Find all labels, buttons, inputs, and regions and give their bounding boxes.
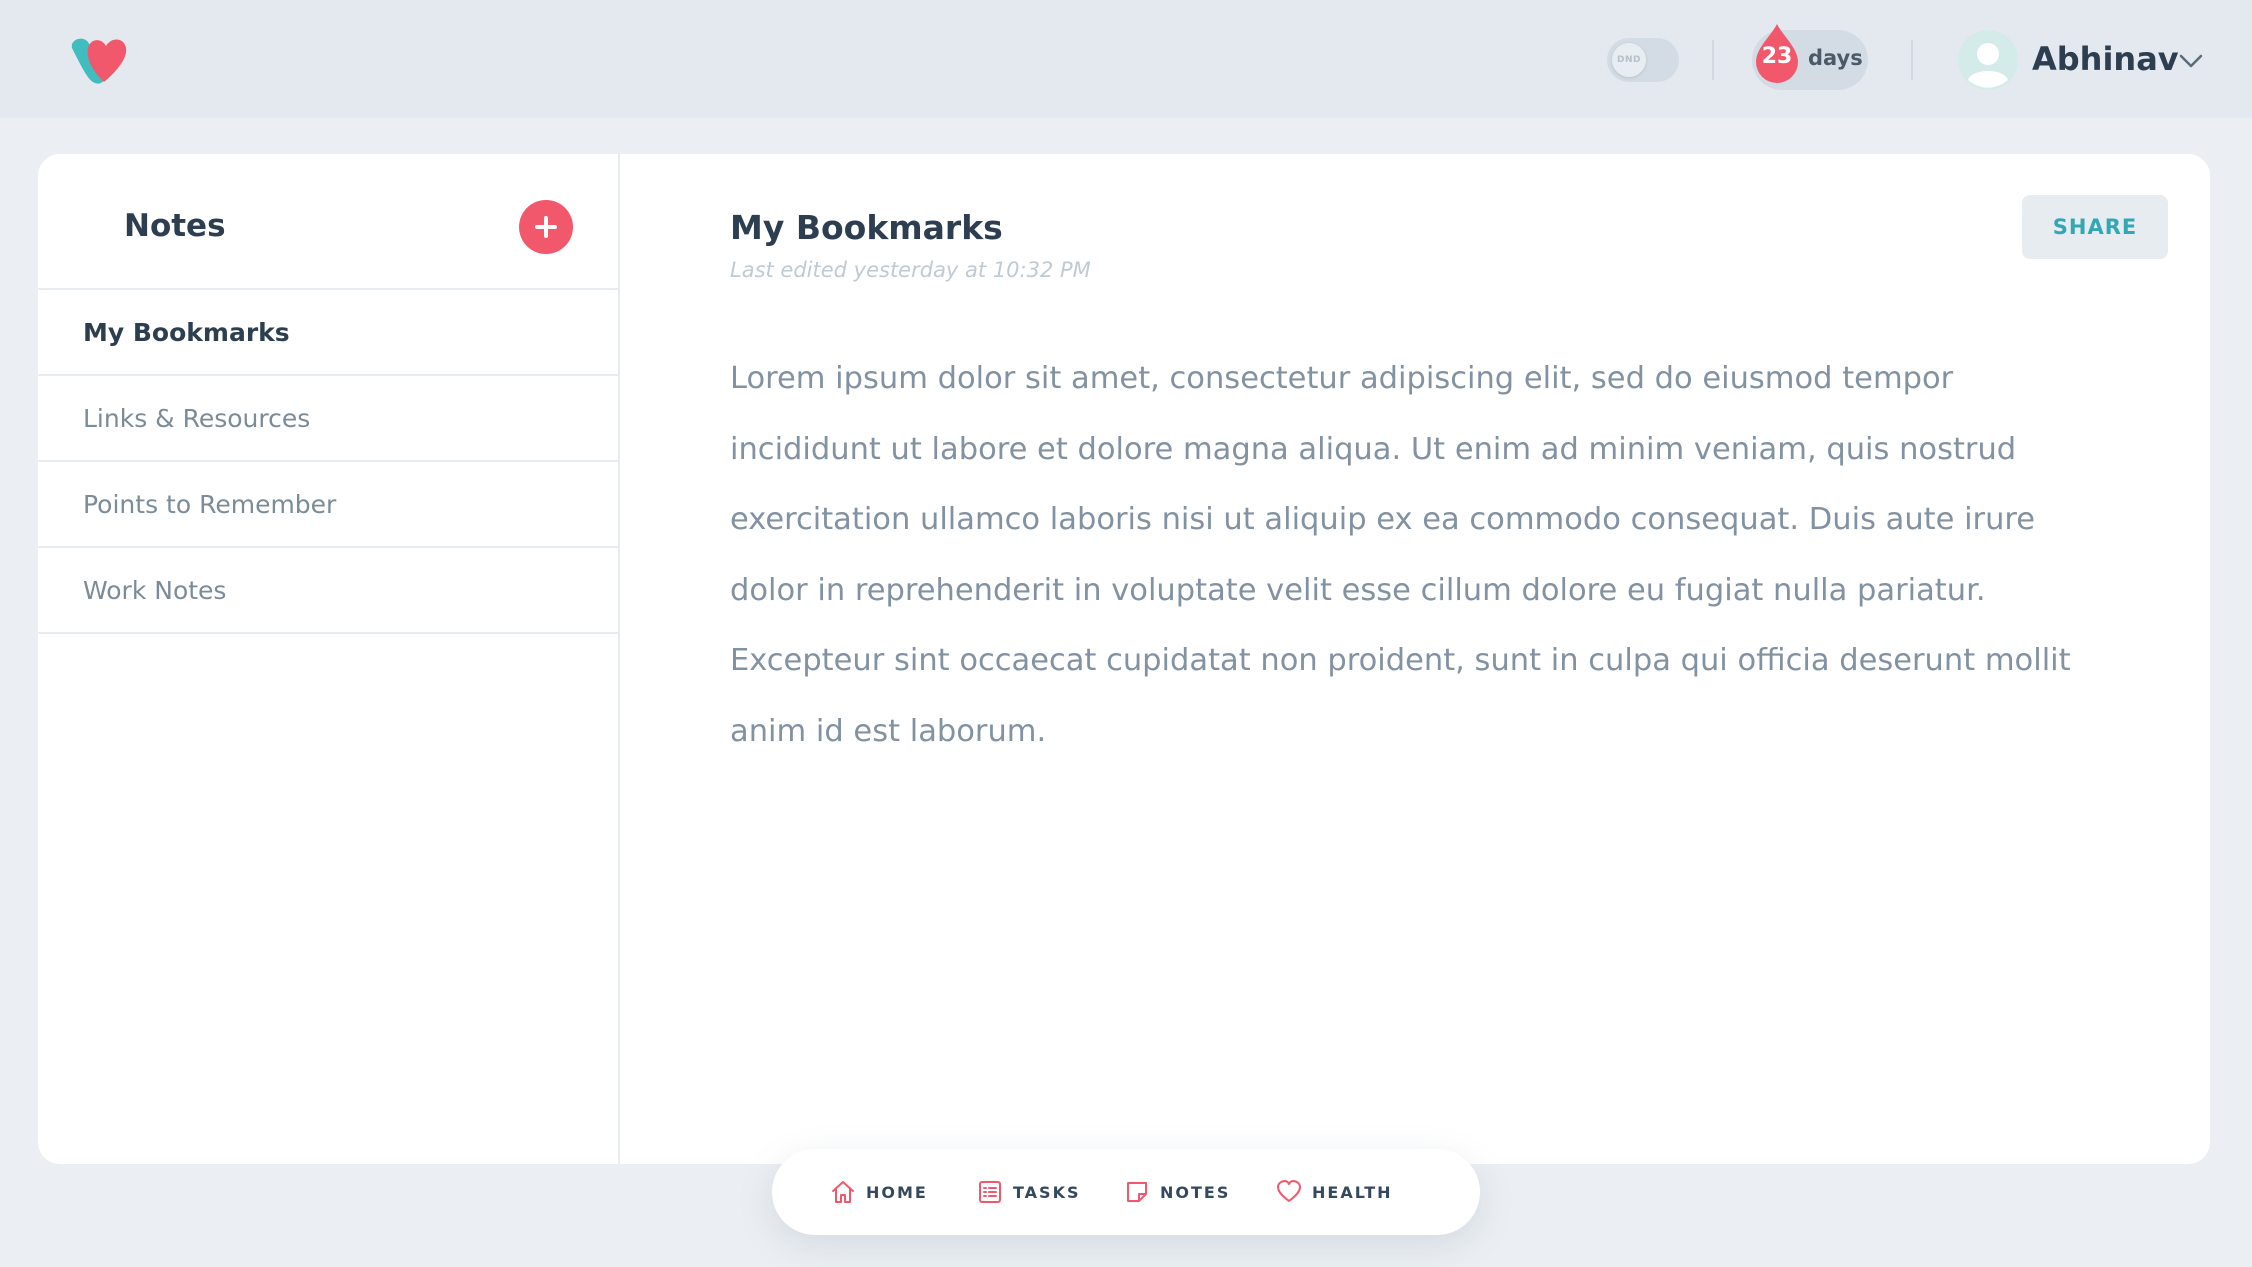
last-edited-timestamp: Last edited yesterday at 10:32 PM [730,258,1091,282]
dnd-toggle[interactable]: DND [1607,38,1679,82]
note-item-my-bookmarks[interactable]: My Bookmarks [38,290,618,376]
heart-icon [1277,1180,1301,1202]
share-button[interactable]: SHARE [2022,195,2168,259]
chevron-down-icon[interactable] [2178,52,2204,70]
notes-sidebar: Notes My Bookmarks Links & Resources Poi… [38,154,620,1164]
plus-icon [535,216,557,238]
note-title[interactable]: My Bookmarks [730,208,1003,247]
bottom-nav: HOME TASKS NOTES HEALTH [772,1149,1480,1235]
note-item-work-notes[interactable]: Work Notes [38,548,618,634]
sidebar-title: Notes [124,208,226,244]
nav-health[interactable]: HEALTH [1276,1149,1393,1235]
note-body[interactable]: Lorem ipsum dolor sit amet, consectetur … [730,344,2110,767]
nav-tasks-label: TASKS [1013,1182,1081,1202]
nav-home-label: HOME [866,1182,928,1202]
user-name[interactable]: Abhinav [2032,40,2179,78]
sidebar-header: Notes [38,154,618,290]
nav-notes[interactable]: NOTES [1124,1149,1230,1235]
notes-card: Notes My Bookmarks Links & Resources Poi… [38,154,2210,1164]
note-item-label: Points to Remember [83,489,337,519]
tasks-icon [979,1181,1001,1203]
avatar-icon[interactable] [1958,30,2018,90]
add-note-button[interactable] [519,200,573,254]
nav-health-label: HEALTH [1312,1182,1393,1202]
note-list: My Bookmarks Links & Resources Points to… [38,290,618,634]
streak-unit: days [1808,46,1863,70]
header-divider [1712,40,1714,80]
nav-notes-label: NOTES [1160,1182,1231,1202]
top-bar: DND 23 days Abhinav [0,0,2252,118]
note-item-points-to-remember[interactable]: Points to Remember [38,462,618,548]
home-icon [832,1181,854,1203]
nav-home[interactable]: HOME [830,1149,928,1235]
notes-icon [1127,1182,1147,1202]
streak-count: 23 [1761,44,1793,69]
note-item-links-resources[interactable]: Links & Resources [38,376,618,462]
dnd-toggle-knob: DND [1612,43,1646,77]
note-item-label: Links & Resources [83,403,311,433]
app-logo[interactable] [68,36,142,86]
note-item-label: Work Notes [83,575,227,605]
nav-tasks[interactable]: TASKS [977,1149,1081,1235]
note-editor: My Bookmarks Last edited yesterday at 10… [620,154,2210,1164]
header-divider [1911,40,1913,80]
note-item-label: My Bookmarks [83,317,290,347]
